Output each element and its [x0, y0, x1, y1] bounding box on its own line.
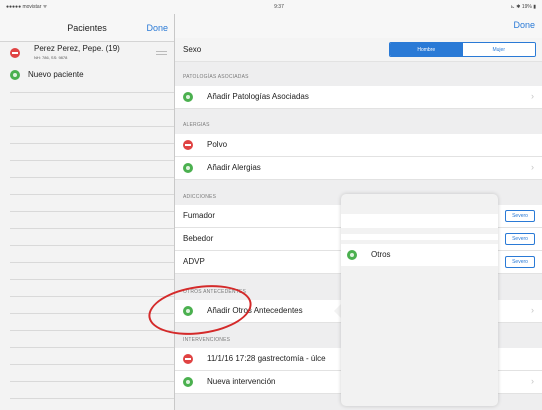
- alergia-row[interactable]: Polvo: [175, 134, 542, 157]
- add-icon: [183, 377, 193, 387]
- sidebar-done-button[interactable]: Done: [146, 23, 168, 33]
- clock-label: 9:37: [274, 4, 284, 10]
- section-header-adicciones: ADICCIONES: [183, 194, 217, 200]
- detail-navbar: Done: [175, 14, 542, 38]
- antecedentes-popover: Otros: [341, 194, 498, 406]
- popover-empty-row: [341, 234, 498, 240]
- patient-list-item[interactable]: Perez Perez, Pepe. (19) NH: 786, SS: 987…: [0, 43, 174, 64]
- delete-icon[interactable]: [183, 140, 193, 150]
- adiccion-label: ADVP: [183, 257, 205, 266]
- add-patologias-label: Añadir Patologías Asociadas: [207, 92, 309, 101]
- reorder-handle-icon[interactable]: [156, 51, 167, 55]
- sidebar-navbar: Pacientes Done: [0, 14, 174, 42]
- popover-option-otros[interactable]: Otros: [341, 244, 498, 266]
- adiccion-label: Fumador: [183, 211, 216, 220]
- status-bar: ●●●●● movistar ᯤ 9:37 ⊾ ✱ 19% ▮: [0, 0, 542, 14]
- sexo-segmented-control[interactable]: Hombre Mujer: [389, 42, 536, 57]
- add-patologias-row[interactable]: Añadir Patologías Asociadas ›: [175, 86, 542, 109]
- sexo-label: Sexo: [183, 45, 202, 54]
- detail-done-button[interactable]: Done: [513, 20, 535, 30]
- severity-button[interactable]: Severo: [505, 210, 535, 222]
- severity-button[interactable]: Severo: [505, 256, 535, 268]
- empty-list-lines: [10, 42, 174, 410]
- patient-name: Perez Perez, Pepe. (19): [34, 44, 120, 53]
- new-patient-item[interactable]: Nuevo paciente: [0, 67, 174, 83]
- chevron-right-icon: ›: [531, 162, 534, 172]
- chevron-right-icon: ›: [531, 91, 534, 101]
- add-icon[interactable]: [10, 70, 20, 80]
- intervencion-label: 11/1/16 17:28 gastrectomía - úlce: [207, 354, 326, 363]
- delete-icon[interactable]: [183, 354, 193, 364]
- alergia-label: Polvo: [207, 140, 228, 149]
- patients-sidebar: Pacientes Done Perez Perez, Pepe. (19) N…: [0, 14, 175, 410]
- severity-button[interactable]: Severo: [505, 233, 535, 245]
- section-header-intervenciones: INTERVENCIONES: [183, 337, 231, 343]
- section-header-patologias: PATOLOGÍAS ASOCIADAS: [183, 74, 249, 80]
- carrier-label: ●●●●● movistar ᯤ: [6, 4, 48, 10]
- delete-icon[interactable]: [10, 48, 20, 58]
- sexo-option-mujer[interactable]: Mujer: [462, 43, 535, 56]
- section-header-alergias: ALERGIAS: [183, 122, 210, 128]
- sexo-option-hombre[interactable]: Hombre: [390, 43, 463, 56]
- chevron-right-icon: ›: [531, 305, 534, 315]
- adiccion-label: Bebedor: [183, 234, 214, 243]
- chevron-right-icon: ›: [531, 376, 534, 386]
- popover-option-label: Otros: [371, 250, 391, 259]
- add-icon: [183, 92, 193, 102]
- popover-arrow: [334, 304, 341, 318]
- new-patient-label: Nuevo paciente: [28, 70, 84, 79]
- new-intervencion-label: Nueva intervención: [207, 377, 276, 386]
- patient-ids: NH: 786, SS: 9878: [34, 55, 68, 60]
- add-alergias-label: Añadir Alergias: [207, 163, 261, 172]
- popover-empty-row: [341, 214, 498, 228]
- add-icon: [183, 163, 193, 173]
- add-alergias-row[interactable]: Añadir Alergias ›: [175, 157, 542, 180]
- add-icon: [347, 250, 357, 260]
- battery-indicator: ⊾ ✱ 19% ▮: [510, 4, 536, 10]
- sexo-row: Sexo Hombre Mujer: [175, 38, 542, 62]
- sidebar-title: Pacientes: [67, 22, 107, 33]
